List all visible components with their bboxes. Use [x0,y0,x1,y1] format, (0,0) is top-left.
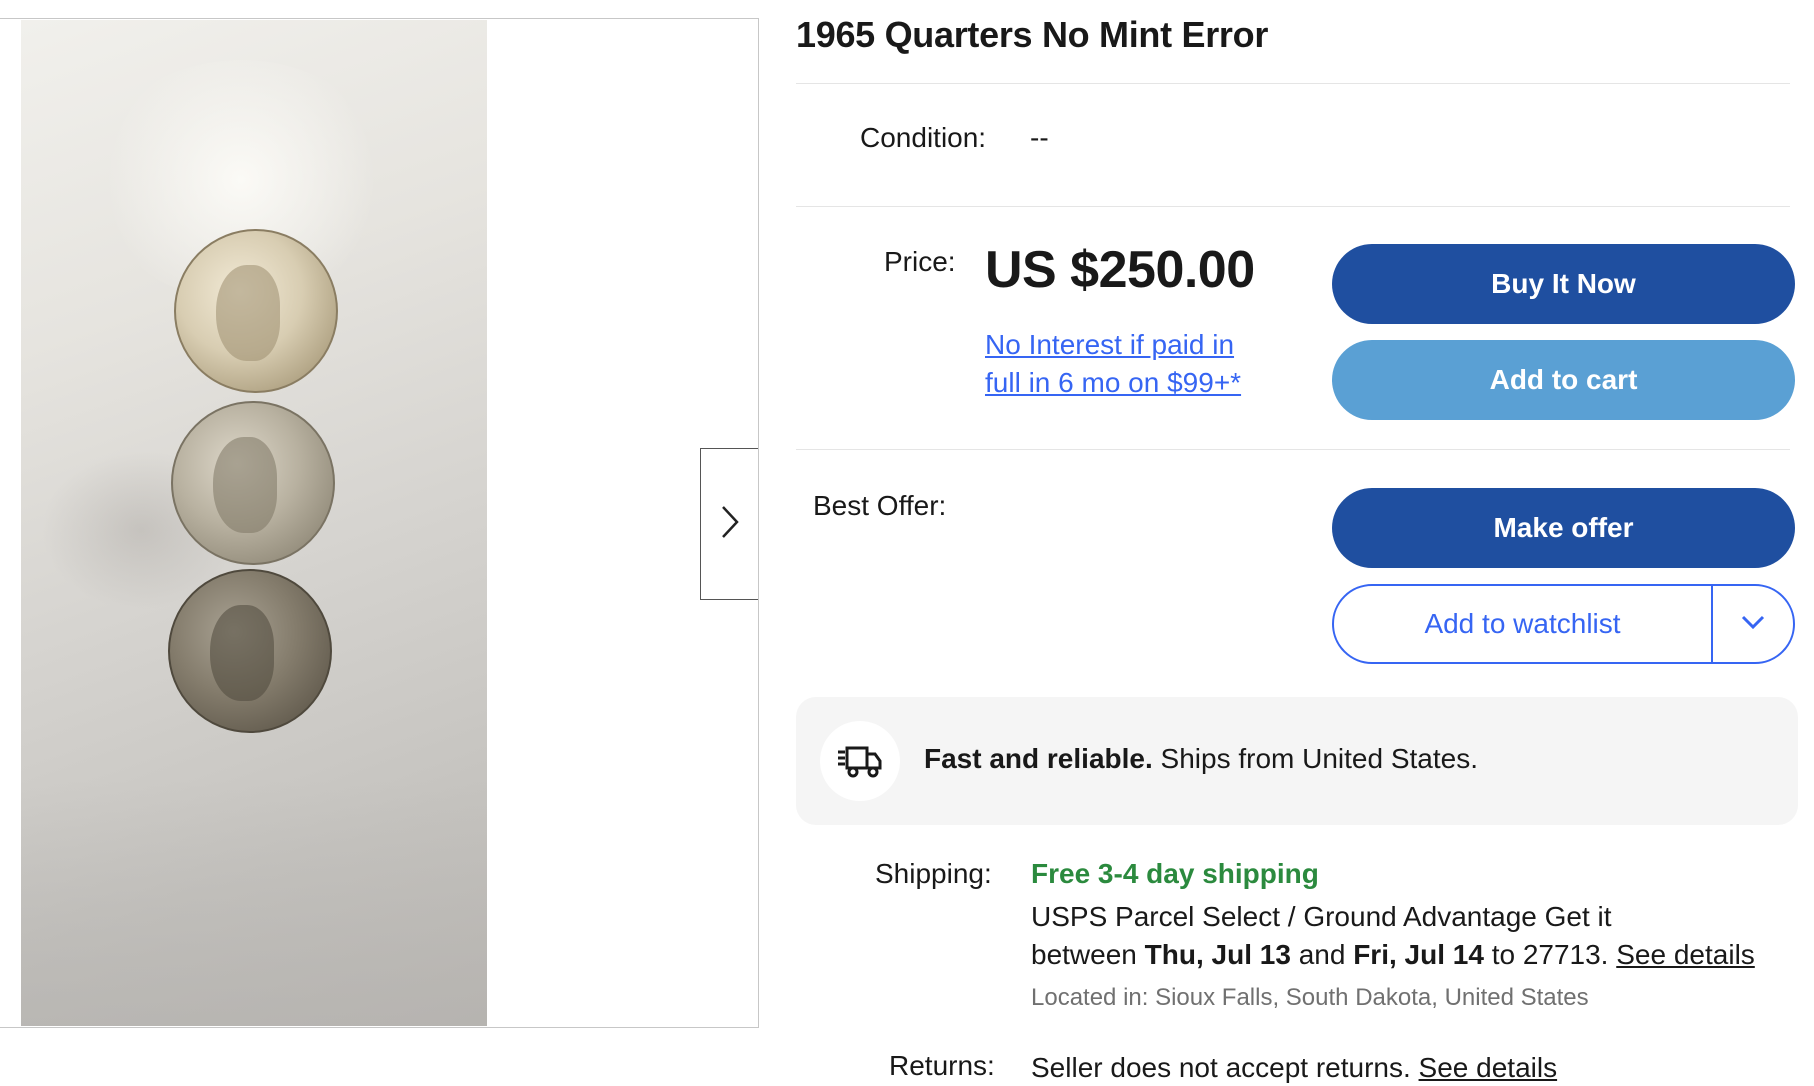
shipping-zip: to 27713. [1491,939,1609,970]
add-to-cart-button[interactable]: Add to cart [1332,340,1795,420]
shipping-banner-detail: Ships from United States. [1160,743,1479,774]
best-offer-label: Best Offer: [813,490,947,521]
image-gallery [0,18,759,1028]
divider [796,449,1790,450]
shipping-service: USPS Parcel Select / Ground Advantage Ge… [1031,901,1612,932]
condition-label: Condition: [860,122,987,153]
returns-see-details-link[interactable]: See details [1419,1052,1558,1083]
watchlist-button-group: Add to watchlist [1332,584,1795,664]
item-location: Located in: Sioux Falls, South Dakota, U… [1031,984,1589,1011]
financing-offer-link[interactable]: No Interest if paid in full in 6 mo on $… [985,326,1285,402]
watchlist-dropdown-button[interactable] [1711,586,1793,662]
divider [796,83,1790,84]
shipping-banner-text: Fast and reliable. Ships from United Sta… [924,743,1478,775]
shipping-label: Shipping: [875,858,992,889]
price-value: US $250.00 [985,241,1255,299]
shipping-see-details-link[interactable]: See details [1616,939,1755,970]
shipping-detail: USPS Parcel Select / Ground Advantage Ge… [1031,898,1801,974]
shipping-highlight-banner: Fast and reliable. Ships from United Sta… [796,697,1798,825]
fast-truck-icon [820,721,900,801]
divider [796,206,1790,207]
shipping-banner-bold: Fast and reliable. [924,743,1153,774]
chevron-right-icon [719,504,741,545]
add-to-watchlist-button[interactable]: Add to watchlist [1334,586,1711,662]
buy-it-now-button[interactable]: Buy It Now [1332,244,1795,324]
listing-photo[interactable] [21,20,487,1026]
delivery-date-from: Thu, Jul 13 [1144,939,1291,970]
price-label: Price: [884,246,956,277]
quarter-coin [174,229,338,393]
make-offer-button[interactable]: Make offer [1332,488,1795,568]
photo-shadow [21,780,487,1026]
returns-policy: Seller does not accept returns. See deta… [1031,1052,1557,1084]
free-shipping-text: Free 3-4 day shipping [1031,858,1319,889]
delivery-date-to: Fri, Jul 14 [1353,939,1484,970]
financing-line-2: full in 6 mo on $99+* [985,367,1242,398]
shipping-and: and [1298,939,1346,970]
listing-title: 1965 Quarters No Mint Error [796,14,1269,55]
quarter-coin [171,401,335,565]
returns-policy-text: Seller does not accept returns. [1031,1052,1411,1083]
next-image-button[interactable] [700,448,758,600]
financing-line-1: No Interest if paid in [985,329,1235,360]
returns-label: Returns: [889,1050,995,1081]
shipping-between: between [1031,939,1137,970]
chevron-down-icon [1740,614,1766,635]
quarter-coin [168,569,332,733]
condition-value: -- [1030,122,1049,153]
